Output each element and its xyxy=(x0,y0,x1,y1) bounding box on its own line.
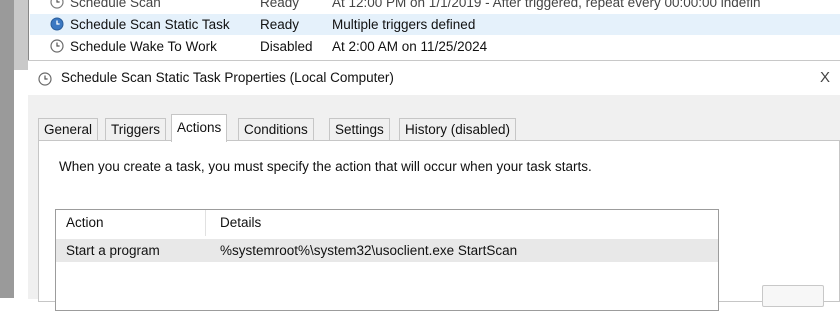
task-row-selected[interactable]: Schedule Scan Static Task Ready Multiple… xyxy=(30,14,840,35)
task-status: Ready xyxy=(260,0,300,10)
task-trigger: Multiple triggers defined xyxy=(332,17,476,32)
tab-settings[interactable]: Settings xyxy=(329,118,390,141)
task-status: Ready xyxy=(260,17,300,32)
clock-icon xyxy=(38,72,52,86)
cell-details: %systemroot%\system32\usoclient.exe Star… xyxy=(220,243,518,258)
task-trigger: At 12:00 PM on 1/1/2019 - After triggere… xyxy=(332,0,761,10)
actions-table[interactable]: Action Details Start a program %systemro… xyxy=(55,209,719,311)
tab-triggers[interactable]: Triggers xyxy=(105,118,167,141)
column-header-action[interactable]: Action xyxy=(66,215,104,230)
background-window-edge xyxy=(0,0,14,298)
close-button[interactable]: X xyxy=(820,69,830,86)
column-header-details[interactable]: Details xyxy=(220,215,261,230)
table-row[interactable]: Start a program %systemroot%\system32\us… xyxy=(56,239,718,262)
dialog-title: Schedule Scan Static Task Properties (Lo… xyxy=(61,70,394,85)
clock-icon xyxy=(50,39,64,53)
task-name: Schedule Scan xyxy=(70,0,161,10)
task-name: Schedule Wake To Work xyxy=(70,39,217,54)
task-status: Disabled xyxy=(260,39,313,54)
actions-tab-panel: When you create a task, you must specify… xyxy=(38,140,840,311)
edit-button[interactable] xyxy=(762,285,824,307)
tab-general[interactable]: General xyxy=(38,118,99,141)
tab-actions[interactable]: Actions xyxy=(171,114,228,142)
clock-icon xyxy=(50,0,64,9)
tab-conditions[interactable]: Conditions xyxy=(238,118,314,141)
table-header: Action Details xyxy=(56,210,718,236)
background-window-scroll-edge xyxy=(14,0,29,70)
task-list: Schedule Scan Ready At 12:00 PM on 1/1/2… xyxy=(30,0,840,64)
clock-icon xyxy=(50,17,64,31)
dialog-titlebar[interactable]: Schedule Scan Static Task Properties (Lo… xyxy=(28,61,840,95)
tab-history[interactable]: History (disabled) xyxy=(399,118,517,141)
column-divider[interactable] xyxy=(205,210,206,236)
cell-action: Start a program xyxy=(66,243,160,258)
task-trigger: At 2:00 AM on 11/25/2024 xyxy=(332,39,488,54)
instruction-text: When you create a task, you must specify… xyxy=(59,159,592,174)
task-name: Schedule Scan Static Task xyxy=(70,17,230,32)
properties-dialog: Schedule Scan Static Task Properties (Lo… xyxy=(28,60,840,311)
